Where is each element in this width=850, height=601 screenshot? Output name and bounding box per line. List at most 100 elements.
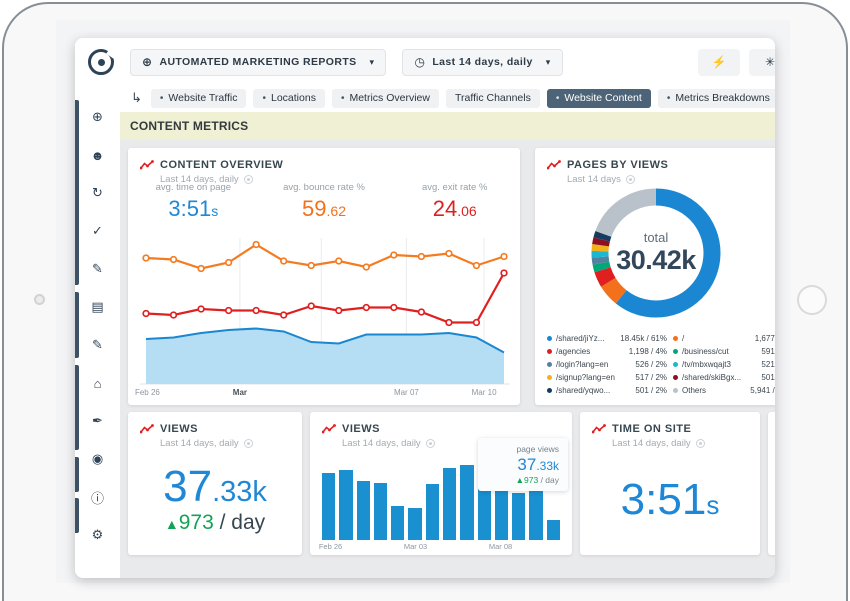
time-big-number: 3:51s xyxy=(580,460,760,540)
info-icon[interactable] xyxy=(696,439,705,448)
metric-value: 24.06 xyxy=(389,196,520,222)
legend-label: /login?lang=en xyxy=(556,360,620,369)
brush-icon: ✒ xyxy=(92,413,103,429)
globe-sync-icon: ↻ xyxy=(92,185,103,201)
up-arrow-icon: ▲ xyxy=(516,475,524,485)
legend-label: /tv/mbxwqajt3 xyxy=(682,360,746,369)
tab-metrics-overview[interactable]: •Metrics Overview xyxy=(332,89,439,108)
report-selector[interactable]: ⊕ AUTOMATED MARKETING REPORTS ▾ xyxy=(130,49,386,76)
tab-label: Website Traffic xyxy=(168,92,237,104)
sidebar-item-user[interactable]: ◉ xyxy=(75,440,120,478)
x-axis-label: Feb 26 xyxy=(319,542,342,551)
up-arrow-icon: ▲ xyxy=(165,516,179,532)
sidebar-item-brush[interactable]: ✒ xyxy=(75,402,120,440)
sidebar-item-check[interactable]: ✓ xyxy=(75,212,120,250)
globe-icon: ⊕ xyxy=(142,55,152,69)
x-axis-label: Mar 08 xyxy=(489,542,512,551)
card-header: CONTENT OVERVIEW xyxy=(128,148,520,171)
sidebar-item-users[interactable]: ☻ xyxy=(75,136,120,174)
legend-label: /business/cut xyxy=(682,347,746,356)
tab-locations[interactable]: •Locations xyxy=(253,89,324,108)
chart-icon xyxy=(547,160,561,170)
chart-icon xyxy=(322,424,336,434)
overview-metrics: avg. time on page3:51savg. bounce rate %… xyxy=(128,182,520,222)
metric-label: avg. bounce rate % xyxy=(259,182,390,193)
donut-total-value: 30.42k xyxy=(616,245,696,276)
bar xyxy=(391,458,404,540)
bullet-icon: • xyxy=(556,93,560,104)
bars-x-axis: Feb 26 Mar 03 Mar 08 xyxy=(322,542,560,552)
metric-value: 3:51s xyxy=(128,196,259,222)
content-overview-card: CONTENT OVERVIEW Last 14 days, daily avg… xyxy=(128,148,520,405)
legend-value: 501 / 2% xyxy=(761,373,775,382)
sidebar-item-globe-sync[interactable]: ↻ xyxy=(75,174,120,212)
legend-label: / xyxy=(682,334,746,343)
card-title: TIME ON SITE xyxy=(612,423,691,435)
period-selector[interactable]: ◷ Last 14 days, daily ▾ xyxy=(402,49,562,76)
sidebar-item-globe[interactable]: ⊕ xyxy=(75,98,120,136)
bullet-icon: • xyxy=(262,93,266,104)
x-axis-label: Mar 03 xyxy=(404,542,427,551)
section-header-label: CONTENT METRICS xyxy=(130,119,248,133)
partial-card xyxy=(768,412,775,555)
tooltip-delta: ▲973 / day xyxy=(484,475,559,485)
bullet-icon: • xyxy=(341,93,345,104)
metric-value: 59.62 xyxy=(259,196,390,222)
overview-x-axis: Feb 26MarMar 07Mar 10 xyxy=(140,388,510,400)
plug-button[interactable]: ⚡ xyxy=(698,49,740,76)
tab-website-content[interactable]: •Website Content xyxy=(547,89,651,108)
legend-value: 591 / 2% xyxy=(761,347,775,356)
time-value: 3:51s xyxy=(621,478,720,522)
info-icon[interactable] xyxy=(244,439,253,448)
sidebar-item-info[interactable]: ⓘ xyxy=(75,478,120,516)
chevron-down-icon: ▾ xyxy=(546,57,551,68)
card-title: VIEWS xyxy=(342,423,380,435)
tab-website-traffic[interactable]: •Website Traffic xyxy=(151,89,247,108)
clipboard-icon: ▤ xyxy=(91,299,103,315)
legend-label: /shared/yqwo... xyxy=(556,386,620,395)
legend-item: /1,677 / 6% xyxy=(671,332,775,345)
sidebar-item-bug[interactable]: ⚙ xyxy=(75,516,120,554)
card-subtitle: Last 14 days, daily xyxy=(128,435,302,449)
x-axis-label: Mar 07 xyxy=(394,388,419,397)
globe-icon: ⊕ xyxy=(92,109,103,125)
legend-label: /shared/skiBgx... xyxy=(682,373,746,382)
bullet-icon: • xyxy=(667,93,671,104)
branch-arrow-icon: ↳ xyxy=(131,90,142,106)
home-button[interactable] xyxy=(797,285,827,315)
views-value: 37.33k xyxy=(163,465,267,509)
sidebar-item-bank[interactable]: ⌂ xyxy=(75,364,120,402)
user-icon: ◉ xyxy=(92,451,103,467)
info-icon: ⓘ xyxy=(91,488,104,507)
legend-dot-icon xyxy=(673,336,678,341)
sidebar-item-pen-2[interactable]: ✎ xyxy=(75,326,120,364)
tab-traffic-channels[interactable]: Traffic Channels xyxy=(446,89,540,108)
sidebar-item-pen[interactable]: ✎ xyxy=(75,250,120,288)
overview-metric: avg. exit rate % 24.06 xyxy=(389,182,520,222)
sidebar-indicator xyxy=(75,38,79,578)
legend-item: /tv/mbxwqajt3521 / 2% xyxy=(671,358,775,371)
sidebar-item-clipboard[interactable]: ▤ xyxy=(75,288,120,326)
info-icon[interactable] xyxy=(626,175,635,184)
bar xyxy=(408,458,421,540)
tab-metrics-breakdowns[interactable]: •Metrics Breakdowns xyxy=(658,89,775,108)
x-axis-label: Mar xyxy=(233,388,247,397)
donut-legend: /shared/jiYz...18.45k / 61%/agencies1,19… xyxy=(545,332,775,397)
card-header: PAGES BY VIEWS xyxy=(535,148,775,171)
legend-dot-icon xyxy=(547,362,552,367)
pen-icon: ✎ xyxy=(92,261,103,277)
overview-line-chart xyxy=(140,234,510,386)
metric-label: avg. exit rate % xyxy=(389,182,520,193)
info-icon[interactable] xyxy=(426,439,435,448)
donut-total-label: total xyxy=(644,230,669,245)
chart-icon xyxy=(140,160,154,170)
settings-button[interactable]: ✳ xyxy=(749,49,775,76)
x-axis-label: Feb 26 xyxy=(135,388,160,397)
card-subtitle: Last 14 days xyxy=(535,171,775,185)
dashboard-content: CONTENT OVERVIEW Last 14 days, daily avg… xyxy=(120,140,775,578)
legend-label: /shared/jiYz... xyxy=(556,334,620,343)
pages-by-views-card: PAGES BY VIEWS Last 14 days total 30.42k… xyxy=(535,148,775,405)
bar xyxy=(339,458,352,540)
legend-label: /agencies xyxy=(556,347,620,356)
bar xyxy=(374,458,387,540)
